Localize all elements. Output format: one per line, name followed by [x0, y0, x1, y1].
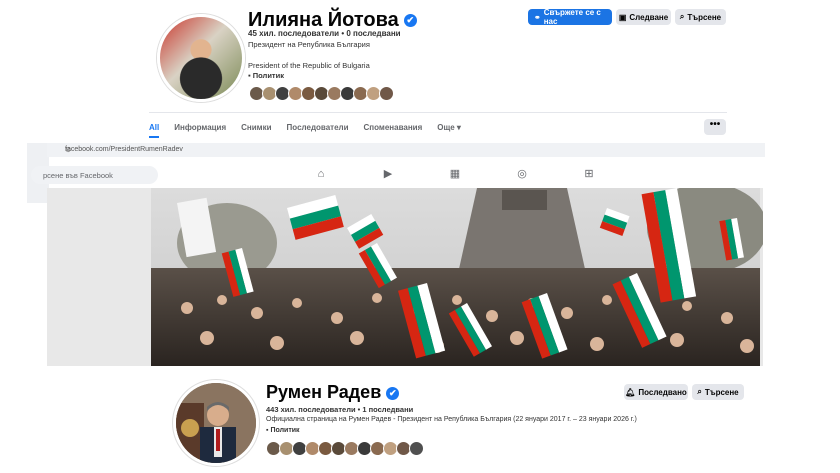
search-icon: ⌕: [679, 12, 685, 21]
briefcase-icon: ▪: [248, 71, 251, 80]
follower-stats-bottom[interactable]: 443 хил. последователи • 1 последвани: [266, 405, 413, 414]
profile-avatar-bottom[interactable]: [173, 380, 259, 466]
search-button-bottom[interactable]: ⌕ Търсене: [692, 384, 744, 400]
verified-badge-icon: ✔: [386, 386, 400, 400]
profile-photo: [176, 383, 256, 463]
follower-avatars-top[interactable]: [249, 86, 394, 101]
cover-photo-image: [47, 188, 763, 366]
follower-avatar[interactable]: [379, 86, 394, 101]
tab-all[interactable]: All: [149, 118, 160, 138]
follower-avatars-bottom[interactable]: [266, 441, 424, 456]
search-icon: ⌕: [697, 387, 702, 396]
following-button[interactable]: 🔔︎ Последвано: [624, 384, 688, 400]
marketplace-icon[interactable]: ▦: [449, 168, 461, 180]
verified-badge-icon: ✔: [403, 14, 417, 28]
tab-followers[interactable]: Последователи: [287, 118, 349, 138]
more-options-button[interactable]: •••: [704, 119, 726, 135]
address-bar[interactable]: ⚙ facebook.com/PresidentRumenRadev: [47, 143, 765, 157]
category-top: ▪ Политик: [248, 71, 284, 80]
profile-avatar-top[interactable]: [157, 14, 245, 102]
follow-icon: ▣: [618, 12, 627, 22]
profile-subtitle-bottom: Официална страница на Румен Радев - През…: [266, 416, 637, 423]
contact-button[interactable]: ⚭ Свържете се с нас: [528, 8, 612, 26]
follower-stats-top[interactable]: 45 хил. последователи • 0 последвани: [248, 29, 401, 38]
search-button-top[interactable]: ⌕ Търсене: [675, 9, 726, 25]
tab-more[interactable]: Още ▾: [437, 118, 461, 138]
category-bottom: ▪ Политик: [266, 427, 300, 434]
profile-subtitle-top: Президент на Република България: [248, 40, 370, 49]
url-text: facebook.com/PresidentRumenRadev: [65, 146, 183, 153]
gaming-icon[interactable]: ⊞: [583, 168, 595, 180]
tab-photos[interactable]: Снимки: [241, 118, 271, 138]
chevron-down-icon: ▾: [456, 123, 461, 132]
bell-icon: 🔔︎: [625, 387, 636, 397]
tab-mentions[interactable]: Споменавания: [364, 118, 423, 138]
follow-button[interactable]: ▣ Следване: [616, 9, 671, 25]
page-title-bottom: Румен Радев ✔: [266, 382, 400, 403]
link-icon: ⚭: [534, 12, 541, 22]
groups-icon[interactable]: ◎: [516, 168, 528, 180]
follower-avatar[interactable]: [409, 441, 424, 456]
video-icon[interactable]: ▶: [382, 168, 394, 180]
home-icon[interactable]: ⌂: [315, 168, 327, 180]
tabs-divider: [149, 112, 727, 113]
profile-description-top: President of the Republic of Bulgaria: [248, 61, 370, 70]
tab-info[interactable]: Информация: [174, 118, 226, 138]
briefcase-icon: ▪: [266, 427, 269, 434]
facebook-search-input[interactable]: рсене във Facebook: [31, 166, 158, 184]
cover-photo[interactable]: [47, 188, 763, 366]
profile-tabs: All Информация Снимки Последователи Спом…: [149, 118, 729, 138]
